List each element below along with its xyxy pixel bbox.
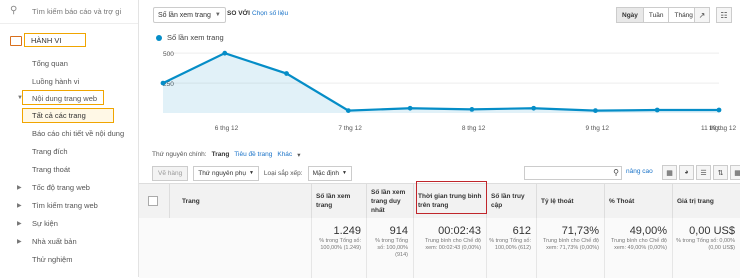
x-tick-label: 7 thg 12 bbox=[338, 125, 362, 132]
period-day-button[interactable]: Ngày bbox=[616, 7, 644, 23]
search-icon: ⚲ bbox=[10, 5, 18, 16]
sidebar-item-landing-pages[interactable]: Trang đích bbox=[32, 147, 68, 156]
select-all-cell bbox=[139, 184, 169, 218]
chart-type-icons: ↗ ☷ bbox=[694, 7, 732, 23]
section-behavior-label: HÀNH VI bbox=[24, 33, 86, 47]
pie-view-icon[interactable]: ◕ bbox=[679, 165, 694, 180]
x-tick-label: 8 thg 12 bbox=[462, 125, 486, 132]
data-point[interactable] bbox=[160, 80, 166, 86]
caret-right-icon: ▶ bbox=[17, 221, 22, 227]
motion-chart-icon[interactable]: ☷ bbox=[716, 7, 732, 23]
table-controls: Vẽ hàng Thứ nguyên phụ ▼ Loại sắp xếp: M… bbox=[152, 165, 740, 181]
chevron-down-icon: ▼ bbox=[214, 12, 221, 18]
caret-right-icon: ▶ bbox=[17, 239, 22, 245]
sidebar-item-content-drilldown[interactable]: Báo cáo chi tiết về nội dung bbox=[32, 129, 124, 138]
chevron-down-icon: ▾ bbox=[297, 152, 301, 159]
data-point[interactable] bbox=[284, 71, 289, 76]
behavior-icon bbox=[10, 36, 22, 46]
x-tick-label: 9 thg 12 bbox=[585, 125, 609, 132]
totals-row: 1.249 % trong Tổng số: 100,00% (1.249) 9… bbox=[139, 218, 740, 278]
primary-dimension-row: Thứ nguyên chính: Trang Tiêu đề trang Kh… bbox=[152, 151, 300, 159]
table-search-input[interactable] bbox=[524, 166, 622, 180]
dimension-page[interactable]: Trang bbox=[212, 151, 230, 159]
data-point[interactable] bbox=[716, 107, 722, 113]
sidebar-item-events[interactable]: Sự kiện bbox=[32, 219, 58, 228]
table-view-icon[interactable]: ▦ bbox=[662, 165, 677, 180]
total-avg-time: 00:02:43 Trung bình cho Chế độ xem: 00:0… bbox=[413, 218, 486, 278]
sidebar-item-behavior-flow[interactable]: Luồng hành vi bbox=[32, 77, 79, 86]
sidebar-item-experiments[interactable]: Thử nghiệm bbox=[32, 255, 72, 264]
sidebar: ⚲ Tìm kiếm báo cáo và trợ gi HÀNH VI Tổn… bbox=[0, 0, 139, 277]
caret-down-icon: ▼ bbox=[17, 95, 23, 101]
main-panel: Số lần xem trang ▼ SO VỚI Chọn số liệu N… bbox=[139, 0, 740, 278]
sidebar-item-exit-pages[interactable]: Trang thoát bbox=[32, 165, 70, 174]
sort-type-label: Loại sắp xếp: bbox=[263, 169, 303, 177]
sidebar-item-site-search[interactable]: Tìm kiếm trang web bbox=[32, 201, 98, 210]
chevron-down-icon: ▼ bbox=[248, 170, 254, 176]
line-chart: 500250 6 thg 12 7 thg 12 8 thg 12 9 thg 12 1… bbox=[160, 50, 736, 132]
data-point[interactable] bbox=[469, 107, 475, 112]
search-icon[interactable]: ⚲ bbox=[610, 166, 622, 178]
metric-select[interactable]: Số lần xem trang ▼ bbox=[153, 7, 226, 23]
caret-right-icon: ▶ bbox=[17, 185, 22, 191]
pivot-view-icon[interactable]: ▦ bbox=[730, 165, 740, 180]
metric-select-value: Số lần xem trang bbox=[158, 11, 211, 19]
total-exit-pct: 49,00% Trung bình cho Chế độ xem: 49,00%… bbox=[604, 218, 672, 278]
column-header-pageviews[interactable]: Số lần xem trang bbox=[311, 184, 366, 218]
total-pageviews: 1.249 % trong Tổng số: 100,00% (1.249) bbox=[311, 218, 366, 278]
data-point[interactable] bbox=[531, 105, 537, 111]
sidebar-search[interactable]: ⚲ Tìm kiếm báo cáo và trợ gi bbox=[0, 0, 138, 22]
primary-dimension-label: Thứ nguyên chính: bbox=[152, 151, 207, 158]
data-point[interactable] bbox=[593, 108, 598, 114]
versus-label: SO VỚI bbox=[227, 10, 250, 17]
total-unique-pageviews: 914 % trong Tổng số: 100,00% (914) bbox=[366, 218, 413, 278]
column-header-entrances[interactable]: Số lần truy cập bbox=[486, 184, 536, 218]
period-selector: Ngày Tuần Tháng bbox=[616, 7, 699, 23]
sidebar-search-placeholder[interactable]: Tìm kiếm báo cáo và trợ gi bbox=[32, 7, 121, 16]
sidebar-item-all-pages[interactable]: Tất cả các trang bbox=[32, 111, 86, 120]
total-page-value: 0,00 US$ % trong Tổng số: 0,00% (0,00 US… bbox=[672, 218, 740, 278]
secondary-dimension-select[interactable]: Thứ nguyên phụ ▼ bbox=[193, 165, 259, 181]
dimension-other[interactable]: Khác bbox=[277, 151, 292, 159]
table-view-icons: ▦ ◕ ☰ ⇅ ▦ bbox=[662, 165, 740, 180]
select-all-checkbox[interactable] bbox=[148, 196, 158, 206]
sort-type-select[interactable]: Mặc định ▼ bbox=[307, 165, 352, 181]
total-bounce-rate: 71,73% Trung bình cho Chế độ xem: 71,73%… bbox=[536, 218, 604, 278]
bar-view-icon[interactable]: ☰ bbox=[696, 165, 711, 180]
advanced-filter-link[interactable]: nâng cao bbox=[626, 168, 653, 175]
data-point[interactable] bbox=[654, 107, 660, 113]
dimension-page-title[interactable]: Tiêu đề trang bbox=[234, 151, 272, 159]
x-tick-label: 6 thg 12 bbox=[215, 125, 239, 132]
column-header-unique-pageviews[interactable]: Số lần xem trang duy nhất bbox=[366, 184, 413, 218]
compare-view-icon[interactable]: ⇅ bbox=[713, 165, 728, 180]
chevron-down-icon: ▼ bbox=[341, 170, 347, 176]
column-header-bounce-rate[interactable]: Tỷ lệ thoát bbox=[536, 184, 604, 218]
line-chart-icon[interactable]: ↗ bbox=[694, 7, 710, 23]
data-point[interactable] bbox=[222, 50, 228, 56]
data-point[interactable] bbox=[407, 105, 413, 111]
x-tick-label: 11 thg... bbox=[701, 125, 724, 132]
data-point[interactable] bbox=[345, 108, 351, 114]
column-header-page-value[interactable]: Giá trị trang bbox=[672, 184, 740, 218]
period-week-button[interactable]: Tuần bbox=[642, 7, 670, 23]
sidebar-item-overview[interactable]: Tổng quan bbox=[32, 59, 68, 68]
sidebar-item-publisher[interactable]: Nhà xuất bản bbox=[32, 237, 77, 246]
section-behavior[interactable]: HÀNH VI bbox=[6, 30, 130, 52]
secondary-dimension-label: Thứ nguyên phụ bbox=[198, 169, 246, 177]
highlight-avg-time bbox=[416, 181, 487, 214]
caret-right-icon: ▶ bbox=[17, 203, 22, 209]
total-entrances: 612 % trong Tổng số: 100,00% (612) bbox=[486, 218, 536, 278]
column-header-page[interactable]: Trang bbox=[169, 184, 311, 218]
y-tick-label: 500 bbox=[163, 51, 174, 58]
sidebar-item-site-speed[interactable]: Tốc độ trang web bbox=[32, 183, 90, 192]
plot-rows-button[interactable]: Vẽ hàng bbox=[152, 165, 189, 181]
sidebar-item-site-content[interactable]: Nội dung trang web bbox=[32, 94, 97, 103]
sort-type-value: Mặc định bbox=[312, 169, 339, 177]
pick-metric-link[interactable]: Chọn số liệu bbox=[252, 10, 288, 17]
column-header-exit-pct[interactable]: % Thoát bbox=[604, 184, 672, 218]
divider bbox=[0, 23, 138, 24]
